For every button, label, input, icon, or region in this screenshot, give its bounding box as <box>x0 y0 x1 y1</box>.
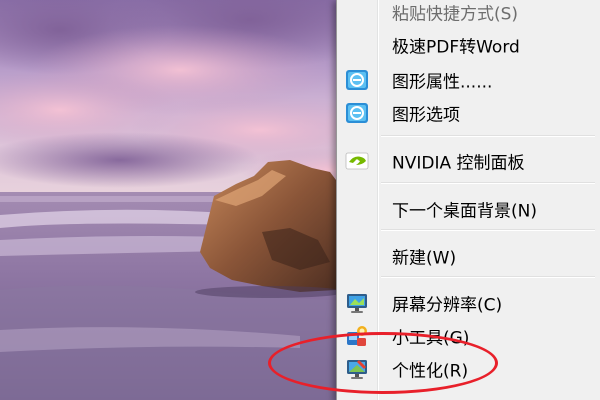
menu-item-paste-shortcut[interactable]: 粘贴快捷方式(S) <box>340 0 598 27</box>
menu-separator <box>381 229 595 231</box>
nvidia-icon <box>345 152 369 170</box>
menu-item-label: NVIDIA 控制面板 <box>392 153 525 174</box>
menu-item-pdf-to-word[interactable]: 极速PDF转Word <box>340 30 598 60</box>
menu-item-personalize[interactable]: 个性化(R) <box>340 354 598 384</box>
menu-item-label: 屏幕分辨率(C) <box>392 295 503 316</box>
menu-separator <box>381 135 595 137</box>
menu-item-gadgets[interactable]: 小工具(G) <box>340 321 598 351</box>
intel-graphics-icon <box>346 103 368 123</box>
menu-item-label: 个性化(R) <box>392 361 469 382</box>
menu-item-graphics-options[interactable]: 图形选项 <box>340 98 598 128</box>
menu-item-new[interactable]: 新建(W) <box>340 241 598 271</box>
desktop-screen: 粘贴快捷方式(S) 极速PDF转Word 图形属性...... 图形选项 NVI… <box>0 0 600 400</box>
menu-item-label: 新建(W) <box>392 248 457 269</box>
personalize-icon <box>347 360 367 379</box>
menu-item-label: 极速PDF转Word <box>392 37 520 58</box>
gadgets-icon <box>347 326 367 346</box>
menu-item-label: 下一个桌面背景(N) <box>392 201 537 222</box>
intel-graphics-icon <box>346 70 368 90</box>
menu-separator <box>381 182 595 184</box>
desktop-context-menu: 粘贴快捷方式(S) 极速PDF转Word 图形属性...... 图形选项 NVI… <box>336 0 600 400</box>
menu-item-screen-resolution[interactable]: 屏幕分辨率(C) <box>340 288 598 318</box>
menu-item-next-desktop-background[interactable]: 下一个桌面背景(N) <box>340 194 598 224</box>
monitor-resolution-icon <box>347 294 367 313</box>
menu-item-nvidia-control-panel[interactable]: NVIDIA 控制面板 <box>340 146 598 176</box>
menu-item-graphics-properties[interactable]: 图形属性...... <box>340 65 598 95</box>
menu-item-label: 图形选项 <box>392 105 460 126</box>
menu-item-label: 粘贴快捷方式(S) <box>392 4 519 25</box>
menu-item-label: 小工具(G) <box>392 328 470 349</box>
menu-item-label: 图形属性...... <box>392 72 493 93</box>
menu-separator <box>381 276 595 278</box>
